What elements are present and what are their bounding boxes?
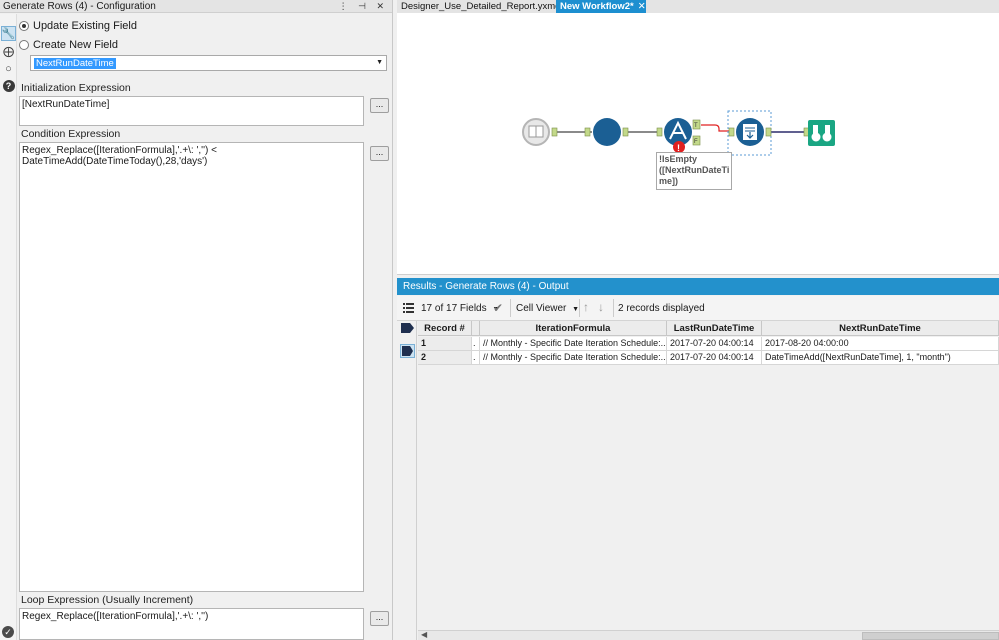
scrollbar-thumb[interactable] (862, 632, 999, 640)
annotation-line: me]) (659, 176, 679, 186)
chevron-down-icon[interactable]: ▼ (376, 59, 383, 66)
update-existing-radio[interactable] (19, 21, 29, 31)
condition-expression-input[interactable]: Regex_Replace([IterationFormula],'.+\: '… (19, 142, 364, 592)
chevron-left-icon[interactable]: ◀ (421, 630, 427, 639)
table-row-record[interactable]: 1 (418, 337, 472, 351)
results-grid: Record # IterationFormula LastRunDateTim… (397, 321, 999, 640)
tab-label: New Workflow2* (560, 1, 634, 12)
tag-icon[interactable] (401, 323, 414, 333)
input-data-tool[interactable] (522, 118, 550, 146)
true-anchor-letter: T (694, 123, 698, 129)
column-header-next-run[interactable]: NextRunDateTime (762, 321, 999, 336)
results-header: Results - Generate Rows (4) - Output (397, 278, 999, 295)
annotation-line: !IsEmpty (659, 154, 698, 164)
results-toolbar: 17 of 17 Fields ▼ ✔ Cell Viewer ▼ ↑ ↓ 2 … (397, 296, 999, 321)
help-icon[interactable]: ? (1, 78, 16, 93)
create-new-option[interactable]: Create New Field (19, 39, 118, 51)
table-cell[interactable]: . (472, 337, 480, 351)
toolbar-divider (613, 299, 614, 317)
fields-list-icon[interactable] (403, 302, 414, 314)
configuration-panel: Generate Rows (4) - Configuration ⋮ ⊣ ✕ … (0, 0, 393, 640)
input-anchor (728, 127, 735, 137)
wrench-icon[interactable]: 🔧 (1, 26, 16, 41)
tool-annotation: !IsEmpty ([NextRunDateTi me]) (656, 152, 732, 190)
output-anchor (765, 127, 772, 137)
formula-tool[interactable] (593, 118, 621, 146)
column-header-spacer (472, 321, 480, 336)
tag-icon[interactable] (400, 344, 415, 358)
tab-new-workflow[interactable]: New Workflow2* ✕ (556, 0, 646, 13)
input-anchor (656, 127, 663, 137)
tab-label: Designer_Use_Detailed_Report.yxmd (401, 1, 561, 12)
workflow-tab-bar: Designer_Use_Detailed_Report.yxmd✕ New W… (397, 0, 999, 13)
horizontal-scrollbar[interactable]: ◀ (418, 630, 999, 640)
table-cell[interactable]: 2017-07-20 04:00:14 (667, 351, 762, 365)
input-anchor (584, 127, 591, 137)
checkmark-icon[interactable]: ✓ (2, 626, 14, 638)
config-side-strip: 🔧 ⨁ ○ ? (0, 14, 17, 640)
arrow-down-icon[interactable]: ↓ (598, 300, 604, 314)
loop-expression-input[interactable]: Regex_Replace([IterationFormula],'.+\: '… (19, 608, 364, 640)
create-new-radio[interactable] (19, 40, 29, 50)
tab-designer-report[interactable]: Designer_Use_Detailed_Report.yxmd✕ (397, 0, 572, 13)
column-header-last-run[interactable]: LastRunDateTime (667, 321, 762, 336)
init-expression-input[interactable]: [NextRunDateTime] (19, 96, 364, 126)
init-expression-label: Initialization Expression (21, 82, 131, 94)
arrow-up-icon[interactable]: ↑ (583, 300, 589, 314)
cell-viewer-selector[interactable]: Cell Viewer ▼ (516, 303, 579, 314)
false-anchor-letter: F (694, 139, 698, 145)
create-new-label: Create New Field (33, 39, 118, 51)
annotation-line: ([NextRunDateTi (659, 165, 730, 175)
condition-expression-label: Condition Expression (21, 128, 121, 140)
output-anchor (551, 127, 558, 137)
loop-expression-editor-button[interactable]: ... (370, 611, 389, 626)
field-dropdown-value: NextRunDateTime (34, 58, 116, 69)
init-expression-editor-button[interactable]: ... (370, 98, 389, 113)
condition-expression-editor-button[interactable]: ... (370, 146, 389, 161)
config-title-bar: Generate Rows (4) - Configuration ⋮ ⊣ ✕ (0, 0, 392, 13)
column-header-iteration-formula[interactable]: IterationFormula (480, 321, 667, 336)
binoculars-icon[interactable] (808, 120, 835, 146)
update-existing-label: Update Existing Field (33, 20, 137, 32)
tag-icon[interactable]: ○ (1, 61, 16, 76)
toolbar-divider (510, 299, 511, 317)
target-icon[interactable]: ⨁ (1, 44, 16, 59)
fields-selector[interactable]: 17 of 17 Fields ▼ (421, 303, 499, 314)
workflow-diagram: T F ! (522, 110, 835, 156)
field-dropdown[interactable]: NextRunDateTime ▼ (30, 55, 387, 71)
workflow-canvas[interactable]: T F ! !IsEmpty ([NextRunDateTi me]) (397, 13, 999, 275)
panel-window-icons[interactable]: ⋮ ⊣ ✕ (339, 0, 388, 13)
table-cell[interactable]: 2017-08-20 04:00:00 (762, 337, 999, 351)
cell-viewer-label: Cell Viewer (516, 303, 567, 314)
table-cell[interactable]: 2017-07-20 04:00:14 (667, 337, 762, 351)
results-side-strip (397, 321, 417, 640)
fields-selector-label: 17 of 17 Fields (421, 303, 487, 314)
column-header-record[interactable]: Record # (418, 321, 472, 336)
output-data-tool[interactable] (736, 118, 764, 146)
close-icon[interactable]: ✕ (638, 1, 646, 12)
apply-checkmark-icon[interactable]: ✔ (493, 301, 503, 315)
records-count: 2 records displayed (618, 303, 705, 314)
table-cell[interactable]: DateTimeAdd([NextRunDateTime], 1, "month… (762, 351, 999, 365)
update-existing-option[interactable]: Update Existing Field (19, 20, 137, 32)
table-cell[interactable]: // Monthly - Specific Date Iteration Sch… (480, 337, 667, 351)
output-anchor (622, 127, 629, 137)
true-connection-line (701, 124, 729, 132)
table-row-record[interactable]: 2 (418, 351, 472, 365)
toolbar-divider (579, 299, 580, 317)
loop-expression-label: Loop Expression (Usually Increment) (21, 594, 194, 606)
table-cell[interactable]: . (472, 351, 480, 365)
config-title: Generate Rows (4) - Configuration (3, 1, 156, 12)
table-cell[interactable]: // Monthly - Specific Date Iteration Sch… (480, 351, 667, 365)
